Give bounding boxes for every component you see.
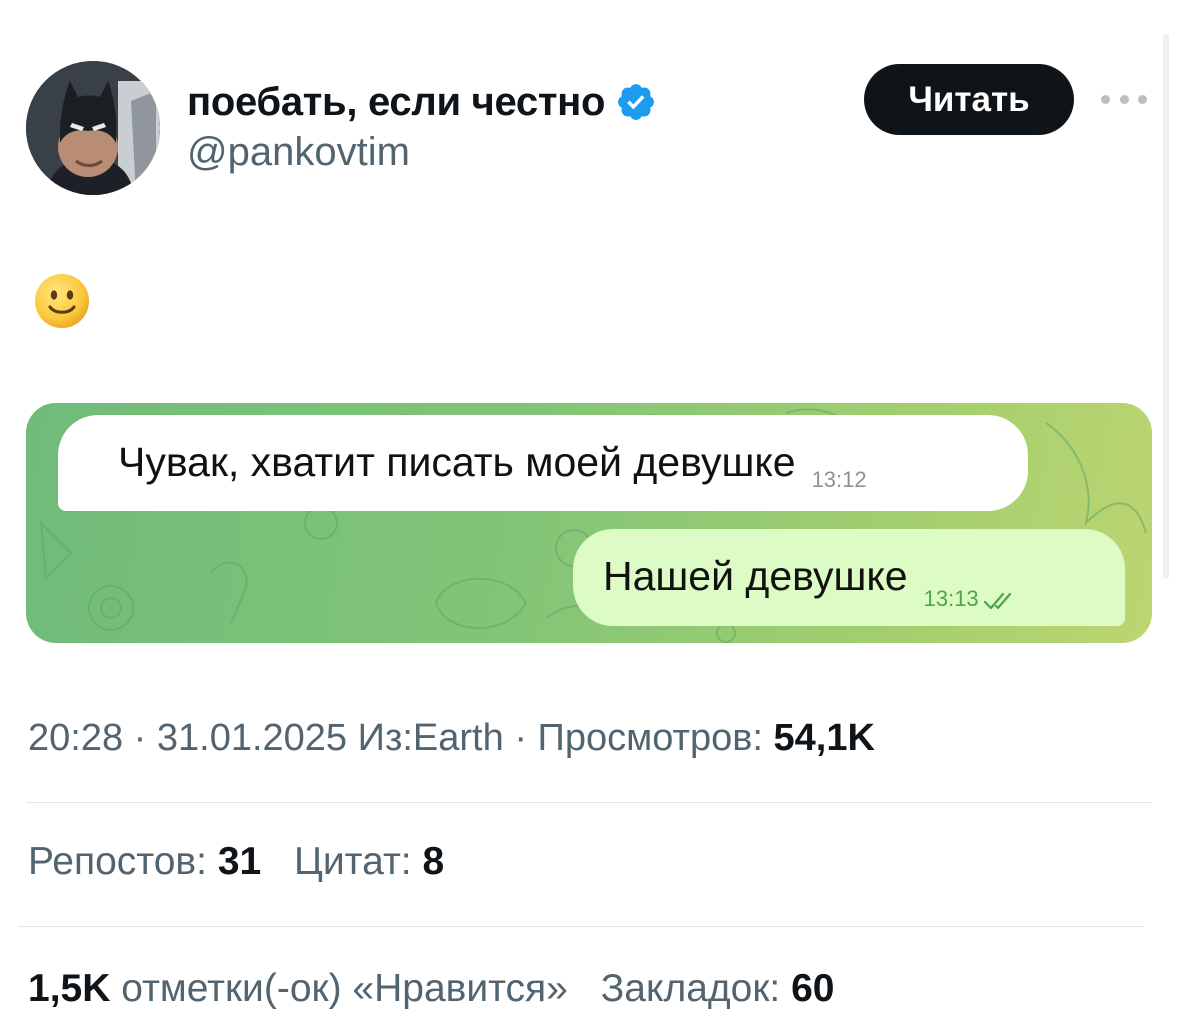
meta-separator: · [514,717,527,759]
outgoing-message-time: 13:13 [923,586,979,611]
incoming-message-text: Чувак, хватит писать моей девушке [118,439,796,485]
incoming-message-bubble: Чувак, хватит писать моей девушке 13:12 [58,415,1028,511]
chat-screenshot-image[interactable]: Чувак, хватит писать моей девушке 13:12 … [26,403,1152,643]
quotes-count: 8 [422,840,445,883]
meta-separator: · [133,717,147,759]
likes-label: отметки(-ок) «Нравится» [121,967,568,1010]
verified-badge-icon [618,84,655,120]
dot [1119,94,1129,104]
quotes-stat[interactable]: Цитат: 8 [294,840,444,884]
reposts-count: 31 [217,840,262,883]
dot [1138,94,1147,104]
post-time[interactable]: 20:28 [28,717,123,759]
author-name-row[interactable]: поебать, если честно [187,74,657,130]
dot [1101,94,1110,104]
avatar-image [26,61,160,195]
post-location: Из:Earth [357,717,504,759]
double-check-icon [983,592,1011,610]
post-date[interactable]: 31.01.2025 [157,717,347,759]
slightly-smiling-face-emoji [35,274,89,328]
outgoing-message-text: Нашей девушке [603,553,908,599]
engagement-row-1: Репостов: 31 Цитат: 8 [28,840,466,884]
reposts-label: Репостов: [28,840,207,883]
author-avatar[interactable] [26,61,160,195]
views-label: Просмотров: [537,717,763,759]
views-count: 54,1K [773,717,875,759]
bookmarks-label: Закладок: [600,967,781,1010]
quotes-label: Цитат: [294,840,412,883]
more-dots-icon[interactable] [1101,89,1147,109]
likes-stat[interactable]: 1,5K отметки(-ок) «Нравится» [28,967,568,1011]
scrollbar[interactable] [1163,34,1169,579]
outgoing-message-bubble: Нашей девушке 13:13 [573,529,1125,626]
divider [26,802,1152,803]
engagement-row-2: 1,5K отметки(-ок) «Нравится» Закладок: 6… [28,967,857,1011]
divider [18,926,1144,927]
post-meta: 20:28 · 31.01.2025 Из:Earth · Просмотров… [28,717,875,760]
likes-count: 1,5K [28,967,111,1010]
incoming-message-time: 13:12 [811,467,867,492]
bookmarks-count: 60 [791,967,835,1010]
bookmarks-stat[interactable]: Закладок: 60 [601,967,835,1011]
author-display-name[interactable]: поебать, если честно [187,80,605,125]
reposts-stat[interactable]: Репостов: 31 [28,840,261,884]
author-handle[interactable]: @pankovtim [187,130,410,175]
follow-button[interactable]: Читать [864,64,1074,135]
